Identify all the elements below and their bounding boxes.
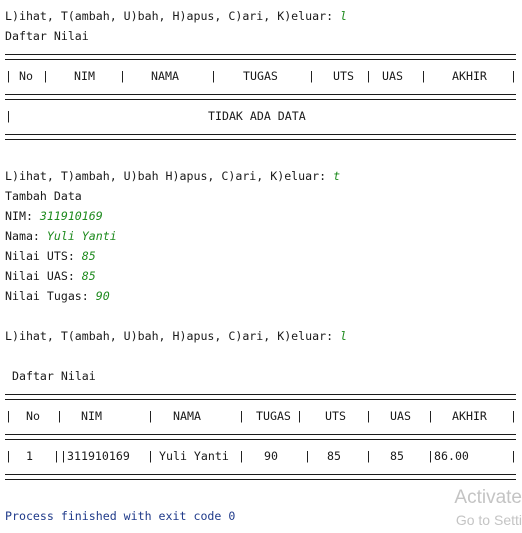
table-separator (5, 54, 516, 60)
pipe: | (365, 409, 372, 423)
uts-line: Nilai UTS: 85 (5, 246, 96, 266)
table-row: | 1 | | 311910169 | Yuli Yanti | 90 | 85… (5, 446, 517, 466)
uas-label: Nilai UAS: (5, 269, 82, 283)
nim-line: NIM: 311910169 (5, 206, 103, 226)
user-input: l (340, 329, 348, 343)
watermark-subtitle: Go to Setti (455, 512, 522, 528)
nama-input: Yuli Yanti (46, 229, 117, 243)
cell-akhir: 86.00 (434, 449, 469, 463)
pipe: | (296, 409, 303, 423)
watermark-title: Activate (454, 487, 522, 508)
pipe: | (5, 449, 12, 463)
menu-prompt: L)ihat, T(ambah, U)bah, H)apus, C)ari, K… (5, 326, 347, 346)
cell-no: 1 (26, 449, 33, 463)
col-header-uts: UTS (325, 409, 346, 423)
col-header-nama: NAMA (151, 69, 179, 83)
list-title: Daftar Nilai (5, 29, 89, 43)
empty-message: TIDAK ADA DATA (208, 109, 306, 123)
col-header-nama: NAMA (173, 409, 201, 423)
table-separator (5, 394, 516, 400)
nim-input: 311910169 (39, 209, 103, 223)
pipe: | (420, 69, 427, 83)
col-header-tugas: TUGAS (256, 409, 291, 423)
pipe: | (5, 109, 12, 123)
table-empty-row: | TIDAK ADA DATA (5, 106, 516, 126)
pipe: | (60, 449, 67, 463)
pipe: | (147, 449, 154, 463)
console-window: { "console": { "menu_prompt_1": "L)ihat,… (0, 0, 522, 533)
table-separator (5, 434, 516, 440)
nama-label: Nama: (5, 229, 47, 243)
pipe: | (56, 409, 63, 423)
col-header-akhir: AKHIR (452, 69, 487, 83)
pipe: | (427, 409, 434, 423)
uas-line: Nilai UAS: 85 (5, 266, 96, 286)
tugas-line: Nilai Tugas: 90 (5, 286, 110, 306)
cell-uas: 85 (390, 449, 404, 463)
table-header-row: | No | NIM | NAMA | TUGAS | UTS | UAS | … (5, 406, 517, 426)
uts-label: Nilai UTS: (5, 249, 82, 263)
cell-nim: 311910169 (67, 449, 130, 463)
col-header-uas: UAS (390, 409, 411, 423)
pipe: | (147, 409, 154, 423)
add-data-title: Tambah Data (5, 189, 82, 203)
col-header-nim: NIM (74, 69, 95, 83)
pipe: | (308, 69, 315, 83)
cell-tugas: 90 (264, 449, 278, 463)
col-header-akhir: AKHIR (452, 409, 487, 423)
pipe: | (304, 449, 311, 463)
cell-uts: 85 (327, 449, 341, 463)
user-input: l (340, 9, 348, 23)
nim-label: NIM: (5, 209, 40, 223)
pipe: | (510, 409, 517, 423)
col-header-no: No (19, 69, 33, 83)
menu-prompt: L)ihat, T(ambah, U)bah, H)apus, C)ari, K… (5, 6, 347, 26)
table-separator (5, 94, 516, 100)
pipe: | (427, 449, 434, 463)
user-input: t (333, 169, 341, 183)
uas-input: 85 (81, 269, 96, 283)
pipe: | (5, 409, 12, 423)
list-title: Daftar Nilai (12, 369, 96, 383)
pipe: | (42, 69, 49, 83)
pipe: | (5, 69, 12, 83)
table-separator (5, 134, 516, 140)
pipe: | (238, 449, 245, 463)
col-header-tugas: TUGAS (243, 69, 278, 83)
pipe: | (53, 449, 60, 463)
pipe: | (238, 409, 245, 423)
table-separator (5, 474, 516, 480)
prompt-text: L)ihat, T(ambah, U)bah, H)apus, C)ari, K… (5, 329, 341, 343)
pipe: | (510, 449, 517, 463)
pipe: | (365, 449, 372, 463)
cell-nama: Yuli Yanti (159, 449, 229, 463)
exit-message: Process finished with exit code 0 (5, 509, 236, 523)
col-header-no: No (26, 409, 40, 423)
nama-line: Nama: Yuli Yanti (5, 226, 117, 246)
col-header-uts: UTS (333, 69, 354, 83)
col-header-nim: NIM (81, 409, 102, 423)
col-header-uas: UAS (382, 69, 403, 83)
pipe: | (210, 69, 217, 83)
pipe: | (510, 69, 517, 83)
tugas-input: 90 (95, 289, 110, 303)
prompt-text: L)ihat, T(ambah, U)bah, H)apus, C)ari, K… (5, 9, 341, 23)
pipe: | (365, 69, 372, 83)
pipe: | (119, 69, 126, 83)
menu-prompt: L)ihat, T)ambah, U)bah H)apus, C)ari, K)… (5, 166, 340, 186)
uts-input: 85 (81, 249, 96, 263)
tugas-label: Nilai Tugas: (5, 289, 96, 303)
table-header-row: | No | NIM | NAMA | TUGAS | UTS | UAS | … (5, 66, 517, 86)
prompt-text: L)ihat, T)ambah, U)bah H)apus, C)ari, K)… (5, 169, 334, 183)
